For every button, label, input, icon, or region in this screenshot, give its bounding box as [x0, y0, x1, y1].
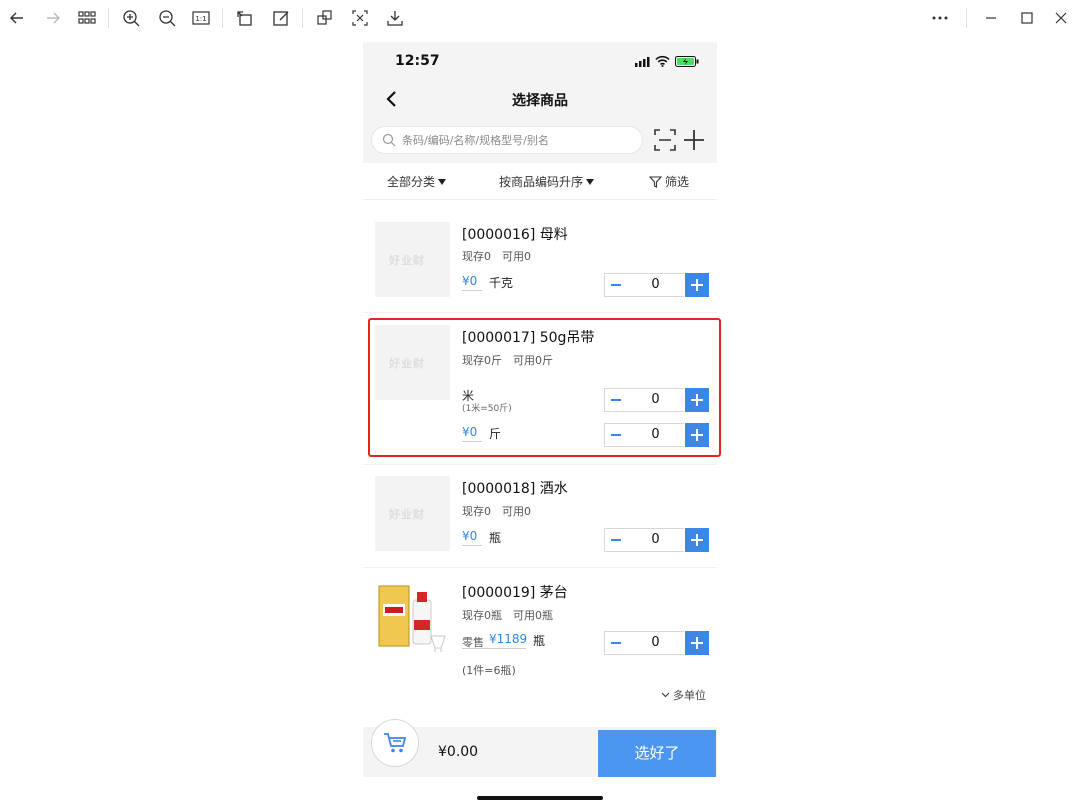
filter-label: 筛选 [665, 175, 690, 189]
category-dropdown[interactable]: 全部分类 [387, 173, 447, 190]
decrement-button[interactable] [604, 631, 628, 655]
sort-dropdown[interactable]: 按商品编码升序 [499, 173, 595, 190]
dropdown-triangle-icon [586, 178, 595, 185]
page-title: 选择商品 [512, 93, 568, 109]
product-stock: 现存0 可用0 [462, 505, 531, 518]
multi-unit-label: 多单位 [673, 689, 706, 702]
cart-button[interactable] [371, 719, 419, 767]
search-box[interactable] [371, 126, 643, 154]
bottom-bar: ¥0.00 选好了 [363, 719, 717, 777]
edit-icon[interactable] [268, 6, 294, 30]
product-unit: 千克 [489, 276, 514, 290]
decrement-button[interactable] [604, 528, 628, 552]
product-item[interactable]: 好业财 [0000016] 母料 现存0 可用0 ¥0 千克 0 [363, 200, 717, 310]
search-icon [382, 133, 396, 147]
rotate-icon[interactable] [232, 6, 258, 30]
nav-bar: 选择商品 [363, 82, 717, 119]
increment-button[interactable] [685, 631, 709, 655]
quantity-value[interactable]: 0 [627, 631, 684, 655]
maximize-icon[interactable] [1014, 6, 1040, 30]
product-stock: 现存0 可用0 [462, 250, 531, 263]
product-image [375, 580, 450, 655]
status-bar: 12:57 [363, 42, 717, 82]
cart-icon [384, 733, 407, 753]
back-arrow-icon[interactable] [4, 6, 30, 30]
product-name: [0000019] 茅台 [462, 585, 568, 601]
plus-icon [691, 534, 703, 546]
home-indicator [477, 796, 603, 800]
quantity-value[interactable]: 0 [627, 273, 684, 297]
add-icon[interactable] [683, 129, 705, 151]
close-icon[interactable] [1048, 6, 1074, 30]
liquor-bottle-image [378, 585, 446, 652]
decrement-button[interactable] [604, 273, 628, 297]
product-stock: 现存0瓶 可用0瓶 [462, 609, 553, 622]
status-time: 12:57 [395, 53, 440, 69]
search-row [363, 119, 717, 163]
scan-icon[interactable] [654, 129, 676, 151]
signal-icon [635, 57, 650, 67]
product-price[interactable]: ¥0 [462, 529, 477, 543]
category-label: 全部分类 [387, 175, 436, 189]
product-price[interactable]: ¥1189 [489, 632, 527, 646]
product-image-placeholder: 好业财 [375, 222, 450, 297]
download-icon[interactable] [382, 6, 408, 30]
total-amount: ¥0.00 [438, 744, 479, 760]
product-unit: 瓶 [533, 634, 546, 648]
sort-label: 按商品编码升序 [499, 175, 584, 189]
product-name: [0000018] 酒水 [462, 481, 568, 497]
product-image-placeholder: 好业财 [375, 476, 450, 551]
quantity-value[interactable]: 0 [627, 528, 684, 552]
product-unit: 瓶 [489, 531, 502, 545]
actual-size-icon[interactable]: 1:1 [188, 6, 214, 30]
zoom-in-icon[interactable] [118, 6, 144, 30]
product-item[interactable]: 好业财 [0000018] 酒水 现存0 可用0 ¥0 瓶 0 [363, 465, 717, 565]
filter-icon [649, 175, 662, 188]
increment-button[interactable] [685, 273, 709, 297]
zoom-out-icon[interactable] [154, 6, 180, 30]
quantity-stepper: 0 [604, 273, 709, 297]
more-icon[interactable] [927, 6, 953, 30]
product-name: [0000016] 母料 [462, 227, 568, 243]
watermark-text: 好业财 [389, 508, 425, 521]
plus-icon [691, 279, 703, 291]
unit-conversion-note: (1件=6瓶) [462, 664, 516, 677]
copy-icon[interactable] [312, 6, 338, 30]
filter-button[interactable]: 筛选 [649, 173, 689, 190]
plus-icon [691, 637, 703, 649]
crop-icon[interactable] [347, 6, 373, 30]
quantity-stepper: 0 [604, 631, 709, 655]
dropdown-triangle-icon [438, 178, 447, 185]
confirm-button[interactable]: 选好了 [598, 730, 716, 777]
quantity-stepper: 0 [604, 528, 709, 552]
search-input[interactable] [402, 131, 634, 149]
multi-unit-toggle[interactable]: 多单位 [661, 687, 706, 703]
chevron-down-icon [661, 692, 670, 698]
increment-button[interactable] [685, 528, 709, 552]
grid-icon[interactable] [74, 6, 100, 30]
actual-size-label: 1:1 [195, 15, 206, 23]
wifi-icon [655, 55, 670, 67]
forward-arrow-icon[interactable] [40, 6, 66, 30]
filter-bar: 全部分类 按商品编码升序 筛选 [363, 163, 717, 200]
minimize-icon[interactable] [978, 6, 1004, 30]
product-item[interactable]: [0000019] 茅台 现存0瓶 可用0瓶 零售 ¥1189 瓶 (1件=6瓶… [363, 568, 717, 716]
watermark-text: 好业财 [389, 254, 425, 267]
battery-icon [675, 56, 699, 67]
highlight-box [368, 318, 721, 457]
product-price[interactable]: ¥0 [462, 274, 477, 288]
